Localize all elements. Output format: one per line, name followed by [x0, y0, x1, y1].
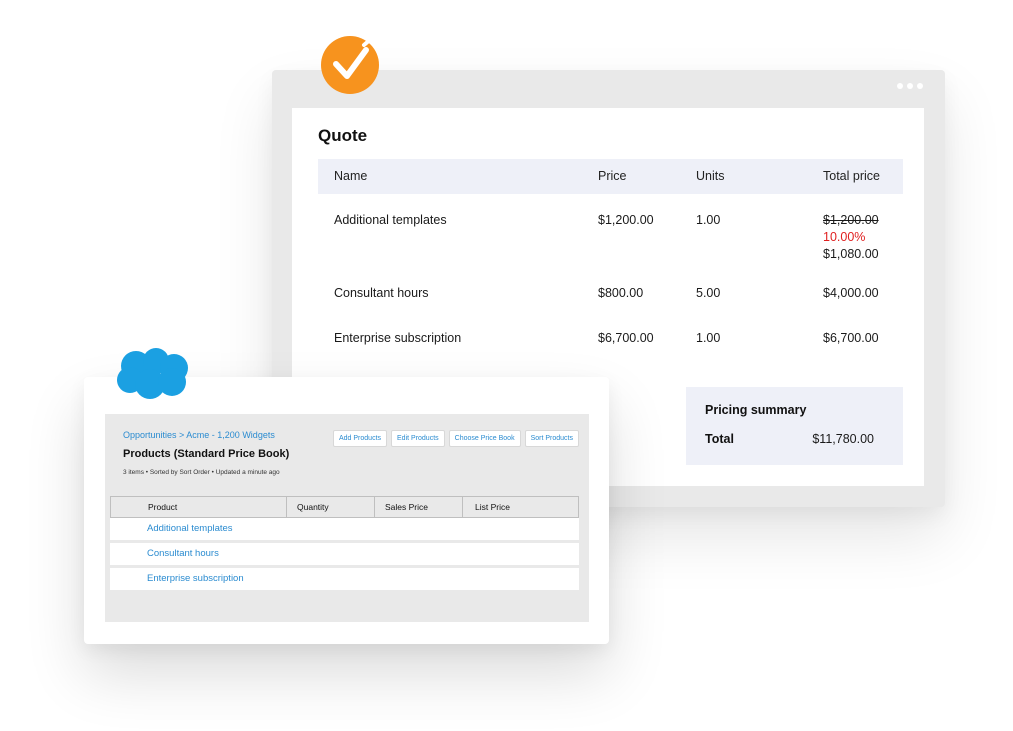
total-label: Total: [705, 432, 734, 446]
quote-title: Quote: [318, 126, 368, 145]
pricing-summary: Pricing summary Total $11,780.00: [686, 387, 903, 465]
cloud-icon: [114, 346, 192, 402]
check-icon: [320, 33, 382, 95]
breadcrumb[interactable]: Opportunities > Acme - 1,200 Widgets: [123, 430, 275, 440]
column-header-quantity[interactable]: Quantity: [287, 497, 375, 517]
total-value: $11,780.00: [812, 432, 874, 446]
sort-products-button[interactable]: Sort Products: [524, 430, 579, 447]
edit-products-button[interactable]: Edit Products: [391, 430, 445, 447]
row-units: 1.00: [696, 331, 721, 345]
discounted-total: $1,080.00: [823, 247, 879, 261]
action-buttons: Add Products Edit Products Choose Price …: [332, 430, 579, 447]
products-table: Product Quantity Sales Price List Price …: [110, 496, 579, 590]
products-panel: Opportunities > Acme - 1,200 Widgets Pro…: [105, 414, 589, 622]
row-units: 5.00: [696, 286, 721, 300]
row-name: Consultant hours: [334, 286, 429, 300]
row-price: $6,700.00: [598, 331, 654, 345]
row-units: 1.00: [696, 213, 721, 227]
dot-icon: [897, 83, 903, 89]
product-link[interactable]: Additional templates: [147, 523, 233, 534]
pricing-summary-title: Pricing summary: [705, 403, 807, 417]
row-name: Additional templates: [334, 213, 447, 227]
column-header-name: Name: [334, 169, 368, 183]
row-price: $800.00: [598, 286, 644, 300]
product-link[interactable]: Consultant hours: [147, 548, 219, 559]
column-header-total-price: Total price: [823, 169, 880, 183]
column-header-units: Units: [696, 169, 725, 183]
discount-percent: 10.00%: [823, 230, 866, 244]
products-window: Opportunities > Acme - 1,200 Widgets Pro…: [84, 377, 609, 644]
products-meta: 3 items • Sorted by Sort Order • Updated…: [123, 469, 280, 476]
product-link[interactable]: Enterprise subscription: [147, 573, 244, 584]
dot-icon: [907, 83, 913, 89]
window-menu-dots[interactable]: [897, 83, 923, 89]
products-table-header: Product Quantity Sales Price List Price: [110, 496, 579, 518]
products-title: Products (Standard Price Book): [123, 448, 290, 460]
table-row: Consultant hours: [110, 543, 579, 565]
quote-table-header: Name Price Units Total price: [318, 159, 903, 194]
column-header-product[interactable]: Product: [111, 497, 287, 517]
row-total-cell: $1,200.00 10.00% $1,080.00: [823, 212, 879, 263]
add-products-button[interactable]: Add Products: [332, 430, 388, 447]
row-name: Enterprise subscription: [334, 331, 462, 345]
column-header-price: Price: [598, 169, 627, 183]
choose-price-book-button[interactable]: Choose Price Book: [448, 430, 521, 447]
row-price: $1,200.00: [598, 213, 654, 227]
table-row: Additional templates: [110, 518, 579, 540]
row-total: $4,000.00: [823, 286, 879, 300]
original-total: $1,200.00: [823, 213, 879, 227]
column-header-list-price[interactable]: List Price: [463, 497, 578, 517]
column-header-sales-price[interactable]: Sales Price: [375, 497, 463, 517]
table-row: Enterprise subscription: [110, 568, 579, 590]
dot-icon: [917, 83, 923, 89]
row-total: $6,700.00: [823, 331, 879, 345]
